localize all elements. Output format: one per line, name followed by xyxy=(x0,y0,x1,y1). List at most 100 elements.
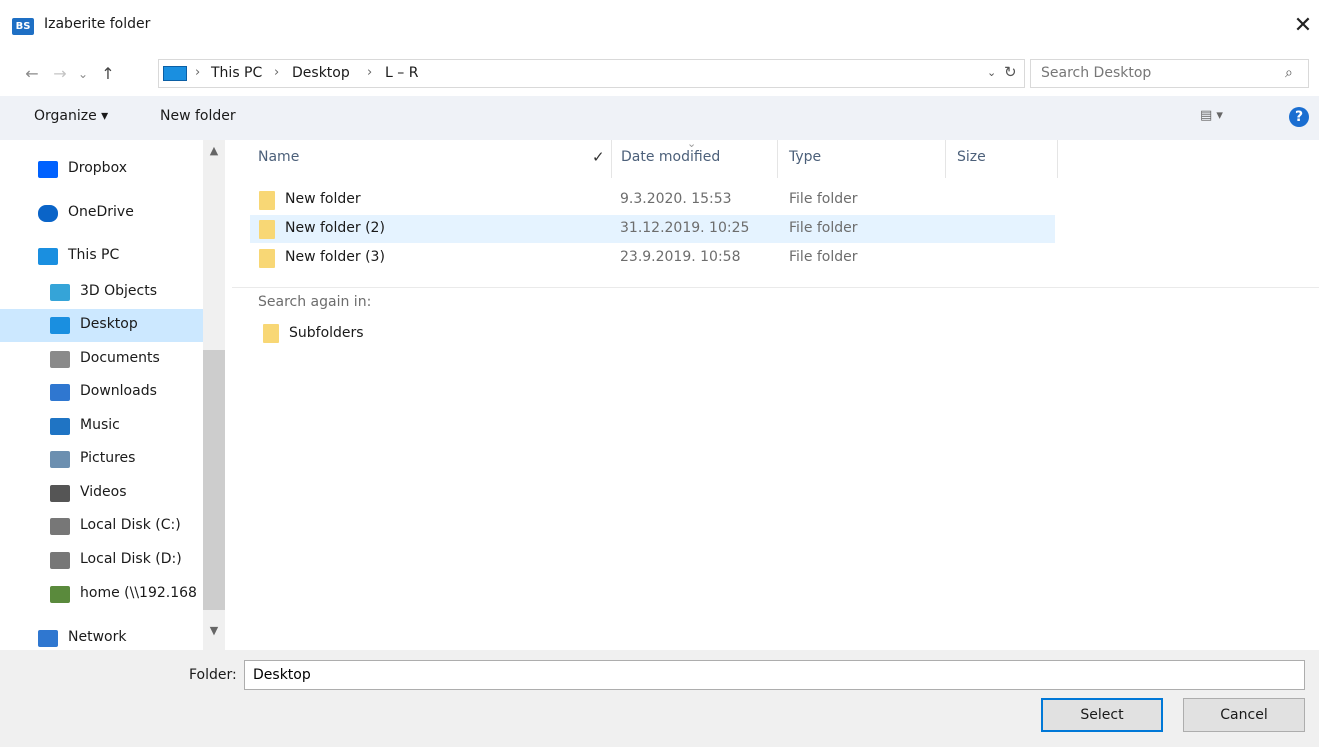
sidebar-item-label: OneDrive xyxy=(68,204,134,220)
refresh-icon[interactable]: ↻ xyxy=(1004,63,1017,81)
file-name: New folder (2) xyxy=(285,220,385,236)
divider xyxy=(232,287,1319,288)
sidebar-item[interactable]: Desktop xyxy=(0,309,203,342)
column-divider[interactable] xyxy=(777,140,778,178)
sidebar-item[interactable]: Music xyxy=(0,410,203,443)
organize-menu-button[interactable]: Organize ▾ xyxy=(34,108,108,124)
file-row[interactable]: New folder (2) 31.12.2019. 10:25 File fold… xyxy=(250,215,1055,243)
folder-icon xyxy=(263,324,279,343)
sidebar-item-label: Dropbox xyxy=(68,160,127,176)
scrollbar-thumb[interactable] xyxy=(203,350,225,610)
sidebar-item[interactable]: Local Disk (C:) xyxy=(0,510,203,543)
dropbox-icon xyxy=(38,161,58,178)
drive-d-icon xyxy=(50,552,70,569)
documents-icon xyxy=(50,351,70,368)
sidebar-item[interactable]: Documents xyxy=(0,343,203,376)
file-row[interactable]: New folder (3) 23.9.2019. 10:58 File folde… xyxy=(250,244,1055,272)
file-date-modified: 9.3.2020. 15:53 xyxy=(620,191,732,207)
sidebar-item-label: home (\\192.168 xyxy=(80,585,197,601)
breadcrumb-separator: › xyxy=(367,65,373,80)
command-bar: Organize ▾ New folder ▤ ▾ ? xyxy=(0,96,1319,140)
videos-icon xyxy=(50,485,70,502)
file-type: File folder xyxy=(789,191,858,207)
network-drive-icon xyxy=(50,586,70,603)
sidebar-item[interactable]: OneDrive xyxy=(0,197,203,230)
drive-c-icon xyxy=(50,518,70,535)
search-icon[interactable]: ⌕ xyxy=(1285,65,1293,81)
file-name: New folder xyxy=(285,191,361,207)
address-dropdown-icon[interactable]: ⌄ xyxy=(987,66,996,79)
folder-icon xyxy=(259,249,275,268)
music-icon xyxy=(50,418,70,435)
sidebar-item[interactable]: home (\\192.168 xyxy=(0,578,203,611)
breadcrumb-separator: › xyxy=(274,65,280,80)
column-header-type[interactable]: Type xyxy=(789,149,821,165)
onedrive-icon xyxy=(38,205,58,222)
back-button[interactable]: ← xyxy=(20,60,44,88)
select-button[interactable]: Select xyxy=(1041,698,1163,732)
column-header-name[interactable]: Name xyxy=(258,149,299,165)
window-title: Izaberite folder xyxy=(44,16,151,32)
close-icon: ✕ xyxy=(1293,13,1313,38)
network-icon xyxy=(38,630,58,647)
sidebar-item-label: Local Disk (D:) xyxy=(80,551,182,567)
sidebar-item[interactable]: Downloads xyxy=(0,376,203,409)
cancel-button[interactable]: Cancel xyxy=(1183,698,1305,732)
sidebar-item-label: Videos xyxy=(80,484,127,500)
title-bar: BS Izaberite folder ✕ xyxy=(0,0,1319,52)
help-icon[interactable]: ? xyxy=(1289,107,1309,127)
search-input[interactable]: Search Desktop xyxy=(1041,65,1151,81)
folder-icon xyxy=(259,220,275,239)
search-again-label: Search again in: xyxy=(258,294,372,310)
folder-name-field[interactable] xyxy=(244,660,1305,690)
sidebar-item-label: Pictures xyxy=(80,450,136,466)
scroll-down-icon[interactable]: ▼ xyxy=(203,624,225,637)
file-type: File folder xyxy=(789,220,858,236)
folder-icon xyxy=(259,191,275,210)
sidebar-item[interactable]: Videos xyxy=(0,477,203,510)
address-bar[interactable]: › This PC › Desktop › L – R ⌄ ↻ xyxy=(158,59,1025,88)
downloads-icon xyxy=(50,384,70,401)
folder-label: Folder: xyxy=(189,667,237,683)
up-button[interactable]: ↑ xyxy=(96,60,120,88)
forward-button[interactable]: → xyxy=(48,60,72,88)
pictures-icon xyxy=(50,451,70,468)
breadcrumb-separator: › xyxy=(195,65,201,80)
view-options-button[interactable]: ▤ ▾ xyxy=(1200,108,1223,123)
desktop-icon xyxy=(50,317,70,334)
bottom-panel: Folder: Select Cancel xyxy=(0,650,1319,747)
sidebar-item[interactable]: Dropbox xyxy=(0,153,203,186)
file-date-modified: 31.12.2019. 10:25 xyxy=(620,220,750,236)
sidebar-item-label: 3D Objects xyxy=(80,283,158,299)
column-header-size[interactable]: Size xyxy=(957,149,986,165)
sidebar-item-label: Local Disk (C:) xyxy=(80,517,181,533)
sidebar-item-label: Music xyxy=(80,417,120,433)
sidebar-item-label: Downloads xyxy=(80,383,157,399)
breadcrumb-this-pc[interactable]: This PC xyxy=(211,65,262,81)
column-divider[interactable] xyxy=(611,140,612,178)
sidebar-item[interactable]: Local Disk (D:) xyxy=(0,544,203,577)
sidebar-item[interactable]: This PC xyxy=(0,240,203,273)
file-row[interactable]: New folder 9.3.2020. 15:53 File folder xyxy=(250,186,1055,214)
close-button[interactable]: ✕ xyxy=(1290,12,1316,40)
column-divider[interactable] xyxy=(1057,140,1058,178)
search-subfolders-link[interactable]: Subfolders xyxy=(258,318,378,350)
breadcrumb-desktop[interactable]: Desktop xyxy=(292,65,350,81)
recent-locations-button[interactable]: ⌄ xyxy=(74,60,92,88)
column-divider[interactable] xyxy=(945,140,946,178)
3d-objects-icon xyxy=(50,284,70,301)
app-icon: BS xyxy=(12,18,34,35)
column-header-date-modified[interactable]: Date modified xyxy=(621,149,720,165)
scroll-up-icon[interactable]: ▲ xyxy=(203,144,225,157)
new-folder-button[interactable]: New folder xyxy=(160,108,236,124)
pc-icon xyxy=(38,248,58,265)
sidebar-item-label: Network xyxy=(68,629,127,645)
sidebar-item-label: Desktop xyxy=(80,316,138,332)
breadcrumb-current[interactable]: L – R xyxy=(385,65,418,81)
file-date-modified: 23.9.2019. 10:58 xyxy=(620,249,741,265)
file-name: New folder (3) xyxy=(285,249,385,265)
sidebar-item[interactable]: 3D Objects xyxy=(0,276,203,309)
search-box[interactable]: Search Desktop ⌕ xyxy=(1030,59,1309,88)
sidebar-item[interactable]: Pictures xyxy=(0,443,203,476)
sidebar-item-label: Documents xyxy=(80,350,160,366)
